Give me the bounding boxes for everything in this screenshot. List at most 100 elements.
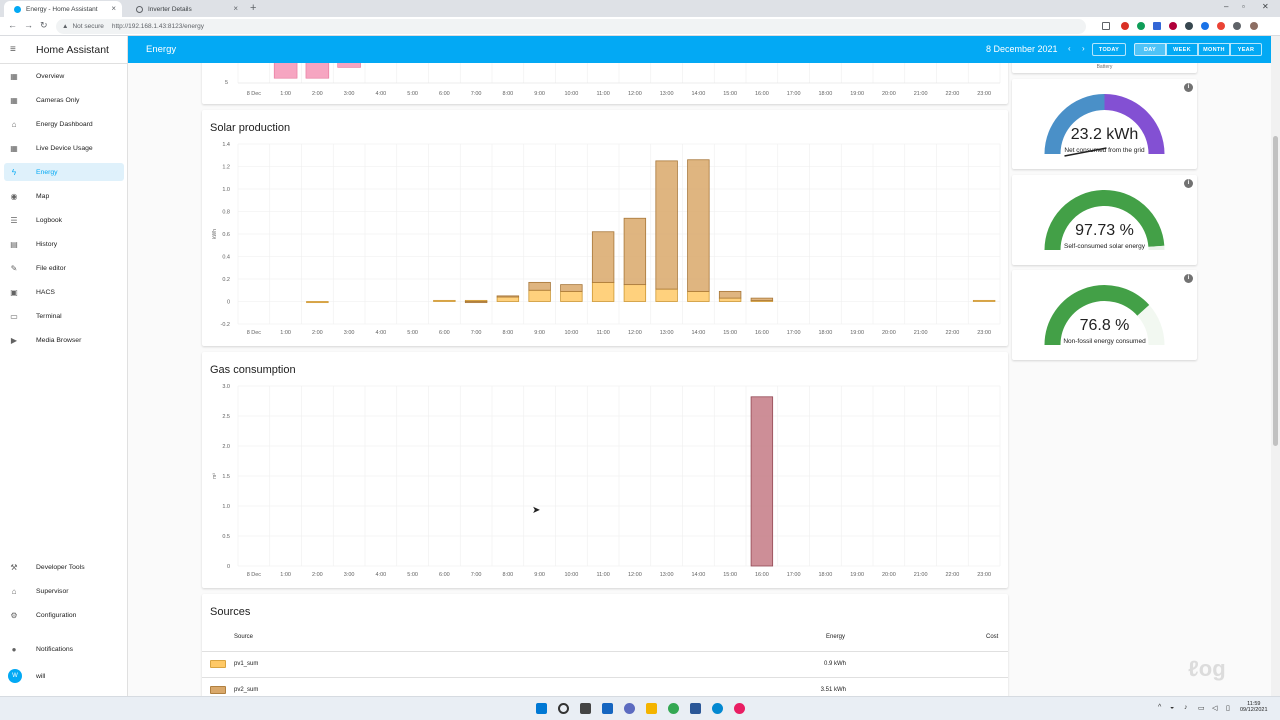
period-day-button[interactable]: DAY — [1134, 43, 1166, 56]
minimize-icon[interactable]: – — [1224, 2, 1228, 11]
extension-icon[interactable] — [1121, 22, 1129, 30]
back-icon[interactable]: ← — [8, 20, 17, 30]
extension-icon[interactable] — [1137, 22, 1145, 30]
bar[interactable] — [306, 301, 329, 304]
bar[interactable] — [528, 281, 551, 291]
bar[interactable] — [718, 290, 742, 299]
chevron-up-icon[interactable]: ^ — [1158, 704, 1161, 711]
sidebar-item-terminal[interactable]: ▭ Terminal — [4, 307, 124, 325]
bar[interactable] — [750, 297, 774, 301]
network-icon[interactable]: ◒ — [1170, 704, 1174, 711]
sidebar-item-file-editor[interactable]: ✎ File editor — [4, 259, 124, 277]
sidebar-item-user[interactable]: W will — [4, 667, 124, 685]
bar[interactable] — [750, 396, 774, 567]
forward-icon[interactable]: → — [24, 20, 33, 30]
url-omnibox[interactable]: ▲ Not secure http://192.168.1.43:8123/en… — [56, 19, 1086, 34]
app-icon[interactable] — [690, 703, 701, 714]
sidebar-item-supervisor[interactable]: ⌂ Supervisor — [4, 582, 124, 600]
x-tick-label: 3:00 — [344, 91, 355, 97]
sidebar-item-energy-dashboard[interactable]: ⌂ Energy Dashboard — [4, 115, 124, 133]
page-scrollbar[interactable] — [1271, 36, 1280, 696]
chat-icon[interactable] — [624, 703, 635, 714]
share-icon[interactable] — [1102, 22, 1110, 30]
sidebar-item-notifications[interactable]: ● Notifications — [4, 640, 124, 658]
file-explorer-icon[interactable] — [646, 703, 657, 714]
widgets-icon[interactable] — [602, 703, 613, 714]
task-view-icon[interactable] — [580, 703, 591, 714]
reload-icon[interactable]: ↻ — [40, 20, 48, 31]
close-tab-icon[interactable]: × — [111, 5, 116, 13]
bar[interactable] — [655, 288, 678, 302]
bar[interactable] — [496, 295, 520, 298]
period-week-button[interactable]: WEEK — [1166, 43, 1198, 56]
menu-icon[interactable]: ≡ — [10, 44, 24, 55]
extension-icon[interactable] — [1153, 22, 1161, 30]
search-icon[interactable] — [558, 703, 569, 714]
extension-icon[interactable] — [1185, 22, 1193, 30]
start-icon[interactable] — [536, 703, 547, 714]
sidebar-item-map[interactable]: ◉ Map — [4, 187, 124, 205]
monitor-icon[interactable]: ▭ — [1198, 704, 1205, 712]
extension-icon[interactable] — [1217, 22, 1225, 30]
sidebar-item-configuration[interactable]: ⚙ Configuration — [4, 606, 124, 624]
bar[interactable] — [591, 281, 615, 302]
close-window-icon[interactable]: ✕ — [1262, 2, 1269, 11]
sidebar-item-cameras-only[interactable]: ▦ Cameras Only — [4, 91, 124, 109]
mouse-cursor-icon: ➤ — [532, 505, 541, 516]
new-tab-icon[interactable]: + — [250, 2, 256, 14]
wrench-icon: ✎ — [10, 263, 18, 273]
scrollbar-thumb[interactable] — [1273, 136, 1278, 446]
bar[interactable] — [591, 231, 615, 283]
tab-energy-home-assistant[interactable]: Energy - Home Assistant × — [4, 1, 122, 17]
extension-icon[interactable] — [1201, 22, 1209, 30]
battery-icon[interactable]: ▯ — [1226, 704, 1230, 712]
bar[interactable] — [433, 299, 456, 302]
app-icon[interactable] — [712, 703, 723, 714]
bar[interactable] — [560, 284, 583, 292]
sidebar-item-developer-tools[interactable]: ⚒ Developer Tools — [4, 558, 124, 576]
volume-icon[interactable]: ◁ — [1212, 704, 1217, 712]
bar[interactable] — [464, 301, 488, 304]
bar[interactable] — [560, 290, 583, 302]
tab-inverter-details[interactable]: Inverter Details × — [126, 1, 244, 17]
bar[interactable] — [972, 299, 996, 302]
url-text[interactable]: http://192.168.1.43:8123/energy — [112, 23, 204, 30]
info-icon[interactable]: i — [1184, 179, 1193, 188]
bar[interactable] — [337, 63, 361, 68]
x-tick-label: 17:00 — [787, 330, 801, 336]
bar[interactable] — [305, 63, 330, 79]
chevron-right-icon[interactable]: › — [1082, 44, 1085, 53]
chrome-icon[interactable] — [668, 703, 679, 714]
sidebar-item-live-device-usage[interactable]: ▦ Live Device Usage — [4, 139, 124, 157]
sidebar-item-logbook[interactable]: ☰ Logbook — [4, 211, 124, 229]
app-icon[interactable] — [734, 703, 745, 714]
info-icon[interactable]: i — [1184, 274, 1193, 283]
period-year-button[interactable]: YEAR — [1230, 43, 1262, 56]
bar[interactable] — [528, 289, 551, 302]
taskbar-clock[interactable]: 11:59 09/12/2021 — [1240, 701, 1268, 713]
puzzle-icon[interactable] — [1233, 22, 1241, 30]
close-tab-icon[interactable]: × — [233, 5, 238, 13]
chevron-left-icon[interactable]: ‹ — [1068, 44, 1071, 53]
x-tick-label: 14:00 — [691, 572, 705, 578]
bar[interactable] — [496, 296, 520, 302]
info-icon[interactable]: i — [1184, 83, 1193, 92]
sidebar-item-history[interactable]: ▤ History — [4, 235, 124, 253]
sidebar-item-media-browser[interactable]: ▶ Media Browser — [4, 331, 124, 349]
sidebar-item-overview[interactable]: ▦ Overview — [4, 67, 124, 85]
sidebar-item-energy[interactable]: ϟ Energy — [4, 163, 124, 181]
extension-icon[interactable] — [1169, 22, 1177, 30]
profile-avatar[interactable] — [1250, 22, 1258, 30]
bar[interactable] — [273, 63, 298, 79]
bar[interactable] — [687, 159, 710, 292]
microphone-icon[interactable]: ♪ — [1184, 704, 1188, 711]
maximize-icon[interactable]: ▫ — [1242, 2, 1245, 11]
bar[interactable] — [687, 290, 710, 302]
bar[interactable] — [718, 297, 742, 302]
bar[interactable] — [623, 217, 647, 286]
period-month-button[interactable]: MONTH — [1198, 43, 1230, 56]
bar[interactable] — [623, 284, 647, 302]
today-button[interactable]: TODAY — [1092, 43, 1126, 56]
bar[interactable] — [655, 160, 678, 290]
sidebar-item-hacs[interactable]: ▣ HACS — [4, 283, 124, 301]
